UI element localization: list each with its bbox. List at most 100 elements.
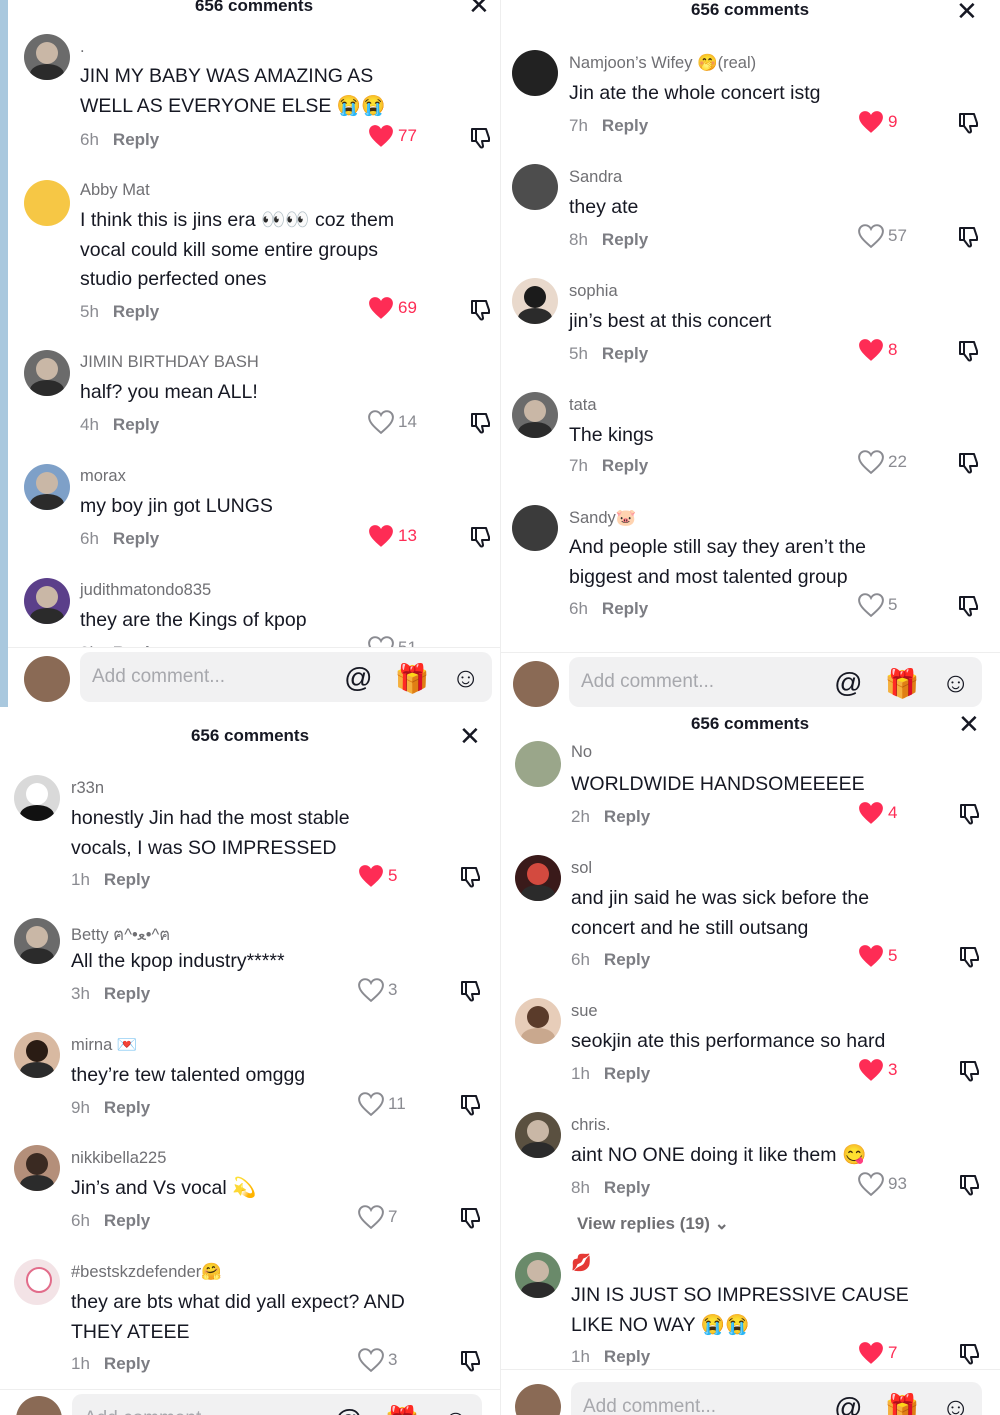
- comment-username[interactable]: Sandra: [569, 168, 622, 187]
- reply-button[interactable]: Reply: [104, 1354, 150, 1373]
- like-button[interactable]: 13: [368, 524, 417, 548]
- gift-icon[interactable]: 🎁: [395, 662, 430, 695]
- like-button[interactable]: 3: [358, 1348, 397, 1372]
- comment-username[interactable]: r33n: [71, 779, 104, 798]
- avatar[interactable]: [14, 775, 60, 821]
- like-button[interactable]: 5: [858, 593, 897, 617]
- comment-username[interactable]: chris.: [571, 1116, 610, 1135]
- comment-username[interactable]: tata: [569, 396, 597, 415]
- like-button[interactable]: 7: [858, 1341, 897, 1365]
- avatar[interactable]: [14, 1145, 60, 1191]
- avatar[interactable]: [24, 180, 70, 226]
- reply-button[interactable]: Reply: [604, 950, 650, 969]
- avatar[interactable]: [515, 1252, 561, 1298]
- avatar[interactable]: [512, 392, 558, 438]
- comment-username[interactable]: Abby Mat: [80, 181, 150, 200]
- add-comment-input[interactable]: Add comment... @ 🎁 ☺: [80, 652, 492, 702]
- emoji-icon[interactable]: ☺: [441, 1404, 470, 1415]
- like-button[interactable]: 3: [858, 1058, 897, 1082]
- reply-button[interactable]: Reply: [113, 529, 159, 548]
- like-button[interactable]: 9: [858, 110, 897, 134]
- avatar[interactable]: [24, 464, 70, 510]
- like-button[interactable]: 8: [858, 338, 897, 362]
- like-button[interactable]: 77: [368, 124, 417, 148]
- reply-button[interactable]: Reply: [602, 599, 648, 618]
- dislike-icon[interactable]: [458, 1206, 482, 1230]
- dislike-icon[interactable]: [458, 865, 482, 889]
- like-button[interactable]: 11: [358, 1092, 406, 1116]
- dislike-icon[interactable]: [458, 979, 482, 1003]
- like-button[interactable]: 4: [858, 801, 897, 825]
- reply-button[interactable]: Reply: [604, 1347, 650, 1366]
- reply-button[interactable]: Reply: [602, 456, 648, 475]
- comment-username[interactable]: sophia: [569, 282, 618, 301]
- comment-username[interactable]: morax: [80, 467, 126, 486]
- avatar[interactable]: [14, 918, 60, 964]
- like-button[interactable]: 69: [368, 296, 417, 320]
- gift-icon[interactable]: 🎁: [385, 1404, 420, 1415]
- emoji-icon[interactable]: ☺: [941, 1392, 970, 1415]
- reply-button[interactable]: Reply: [113, 130, 159, 149]
- add-comment-input[interactable]: Add comment... @ 🎁 ☺: [72, 1394, 482, 1415]
- dislike-icon[interactable]: [468, 411, 492, 435]
- view-replies-button[interactable]: View replies (19) ⌄: [577, 1214, 729, 1234]
- avatar[interactable]: [512, 278, 558, 324]
- reply-button[interactable]: Reply: [602, 230, 648, 249]
- comment-username[interactable]: mirna 💌: [71, 1036, 137, 1055]
- reply-button[interactable]: Reply: [604, 1178, 650, 1197]
- reply-button[interactable]: Reply: [104, 1211, 150, 1230]
- comment-username[interactable]: judithmatondo835: [80, 581, 211, 600]
- mention-icon[interactable]: @: [334, 1404, 362, 1415]
- avatar[interactable]: [14, 1032, 60, 1078]
- comment-username[interactable]: No: [571, 743, 592, 762]
- like-button[interactable]: 93: [858, 1172, 907, 1196]
- reply-button[interactable]: Reply: [104, 870, 150, 889]
- reply-button[interactable]: Reply: [113, 415, 159, 434]
- comment-username[interactable]: Sandy🐷: [569, 509, 636, 528]
- reply-button[interactable]: Reply: [104, 1098, 150, 1117]
- like-button[interactable]: 7: [358, 1205, 397, 1229]
- like-button[interactable]: 3: [358, 978, 397, 1002]
- comment-username[interactable]: sol: [571, 859, 592, 878]
- dislike-icon[interactable]: [957, 1342, 981, 1366]
- like-button[interactable]: 5: [858, 944, 897, 968]
- dislike-icon[interactable]: [956, 339, 980, 363]
- dislike-icon[interactable]: [468, 525, 492, 549]
- close-icon[interactable]: ✕: [468, 0, 490, 18]
- avatar[interactable]: [515, 855, 561, 901]
- avatar[interactable]: [24, 578, 70, 624]
- like-button[interactable]: 5: [358, 864, 397, 888]
- like-button[interactable]: 14: [368, 410, 417, 434]
- gift-icon[interactable]: 🎁: [885, 1392, 920, 1415]
- comment-username[interactable]: #bestskzdefender🤗: [71, 1263, 222, 1282]
- dislike-icon[interactable]: [957, 1059, 981, 1083]
- avatar[interactable]: [515, 1112, 561, 1158]
- emoji-icon[interactable]: ☺: [451, 662, 480, 695]
- like-button[interactable]: 22: [858, 450, 907, 474]
- add-comment-input[interactable]: Add comment... @ 🎁 ☺: [569, 657, 982, 707]
- comment-username[interactable]: 💋: [571, 1254, 592, 1273]
- avatar[interactable]: [515, 998, 561, 1044]
- dislike-icon[interactable]: [957, 945, 981, 969]
- avatar[interactable]: [512, 50, 558, 96]
- reply-button[interactable]: Reply: [602, 116, 648, 135]
- reply-button[interactable]: Reply: [113, 302, 159, 321]
- dislike-icon[interactable]: [468, 298, 492, 322]
- dislike-icon[interactable]: [957, 1173, 981, 1197]
- dislike-icon[interactable]: [458, 1349, 482, 1373]
- dislike-icon[interactable]: [957, 802, 981, 826]
- dislike-icon[interactable]: [956, 594, 980, 618]
- comment-username[interactable]: nikkibella225: [71, 1149, 166, 1168]
- reply-button[interactable]: Reply: [104, 984, 150, 1003]
- comment-username[interactable]: Namjoon’s Wifey 🤭(real): [569, 54, 756, 73]
- comment-username[interactable]: .: [80, 38, 85, 57]
- comment-username[interactable]: Betty ฅ^•ﻌ•^ฅ: [71, 922, 170, 948]
- dislike-icon[interactable]: [458, 1093, 482, 1117]
- close-icon[interactable]: ✕: [958, 711, 980, 737]
- avatar[interactable]: [24, 34, 70, 80]
- emoji-icon[interactable]: ☺: [941, 667, 970, 700]
- add-comment-input[interactable]: Add comment... @ 🎁 ☺: [571, 1382, 982, 1415]
- avatar[interactable]: [512, 164, 558, 210]
- mention-icon[interactable]: @: [834, 1392, 862, 1415]
- reply-button[interactable]: Reply: [602, 344, 648, 363]
